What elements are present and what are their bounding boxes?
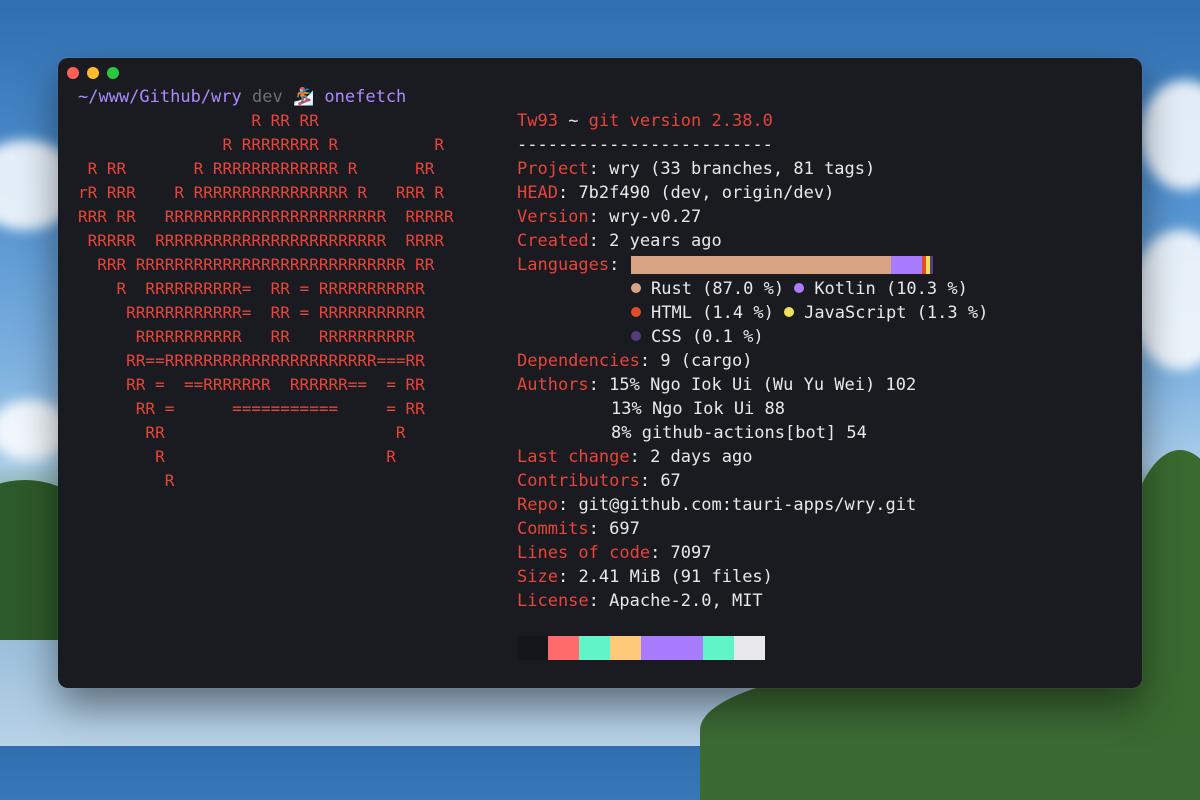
- author-entry: 8% github-actions[bot] 54: [611, 423, 867, 443]
- author-entry: 13% Ngo Iok Ui 88: [611, 399, 785, 419]
- palette-swatch: [517, 636, 548, 660]
- info-header: Tw93 ~ git version 2.38.0: [517, 109, 988, 133]
- contributors-value: 67: [660, 471, 681, 491]
- info-divider: -------------------------: [517, 135, 773, 155]
- header-separator: ~: [557, 111, 589, 131]
- authors-line: 8% github-actions[bot] 54: [517, 421, 988, 445]
- html-dot-icon: [631, 307, 641, 317]
- palette-swatch: [734, 636, 765, 660]
- last-change-value: 2 days ago: [650, 447, 753, 467]
- size-key: Size: [517, 567, 558, 587]
- palette-swatch: [641, 636, 672, 660]
- last-change-key: Last change: [517, 447, 630, 467]
- last-change-line: Last change: 2 days ago: [517, 447, 753, 467]
- authors-key: Authors: [517, 375, 589, 395]
- palette-swatch: [548, 636, 579, 660]
- language-legend-row: HTML (1.4 %) JavaScript (1.3 %): [517, 301, 988, 325]
- repo-value: git@github.com:tauri-apps/wry.git: [578, 495, 917, 515]
- css-dot-icon: [631, 331, 641, 341]
- language-bar-segment-kotlin: [891, 256, 923, 274]
- dependencies-key: Dependencies: [517, 351, 640, 371]
- prompt-branch: dev: [252, 87, 283, 107]
- created-line: Created: 2 years ago: [517, 231, 722, 251]
- background-cloud: [1140, 80, 1200, 190]
- rust-label: Rust (87.0 %): [651, 279, 785, 299]
- ascii-logo: R RR RR R RRRRRRRR R R R RR R RRRRRRRRRR…: [78, 111, 454, 490]
- repo-line: Repo: git@github.com:tauri-apps/wry.git: [517, 495, 917, 515]
- lines-of-code-value: 7097: [670, 543, 712, 563]
- license-line: License: Apache-2.0, MIT: [517, 591, 763, 611]
- head-value: 7b2f490 (dev, origin/dev): [578, 183, 835, 203]
- commits-line: Commits: 697: [517, 519, 640, 539]
- kotlin-label: Kotlin (10.3 %): [814, 279, 968, 299]
- head-key: HEAD: [517, 183, 558, 203]
- language-bar-segment-rust: [631, 256, 892, 274]
- authors-line: Authors: 15% Ngo Iok Ui (Wu Yu Wei) 102: [517, 375, 917, 395]
- language-legend-row: CSS (0.1 %): [517, 325, 988, 349]
- repo-key: Repo: [517, 495, 558, 515]
- lines-of-code-line: Lines of code: 7097: [517, 543, 712, 563]
- terminal-window[interactable]: ~/www/Github/wry dev 🏂 onefetch R RR RR …: [58, 58, 1142, 688]
- dependencies-line: Dependencies: 9 (cargo): [517, 351, 753, 371]
- snowboarder-icon: 🏂: [292, 87, 315, 107]
- project-value: wry (33 branches, 81 tags): [609, 159, 876, 179]
- language-bar: [631, 256, 933, 274]
- palette-swatch: [579, 636, 610, 660]
- prompt-command: onefetch: [324, 87, 407, 107]
- color-palette: [517, 636, 765, 660]
- window-controls: [67, 67, 119, 79]
- rust-dot-icon: [631, 283, 641, 293]
- size-value: 2.41 MiB (91 files): [578, 567, 773, 587]
- zoom-button[interactable]: [107, 67, 119, 79]
- minimize-button[interactable]: [87, 67, 99, 79]
- created-value: 2 years ago: [609, 231, 722, 251]
- user-name: Tw93: [517, 111, 558, 131]
- project-key: Project: [517, 159, 589, 179]
- close-button[interactable]: [67, 67, 79, 79]
- dependencies-value: 9 (cargo): [660, 351, 753, 371]
- prompt-path: ~/www/Github/wry: [78, 87, 242, 107]
- created-key: Created: [517, 231, 589, 251]
- palette-swatch: [610, 636, 641, 660]
- html-label: HTML (1.4 %): [651, 303, 774, 323]
- repo-info: Tw93 ~ git version 2.38.0 --------------…: [517, 109, 988, 613]
- contributors-line: Contributors: 67: [517, 471, 681, 491]
- project-line: Project: wry (33 branches, 81 tags): [517, 159, 876, 179]
- css-label: CSS (0.1 %): [651, 327, 764, 347]
- author-entry: 15% Ngo Iok Ui (Wu Yu Wei) 102: [609, 375, 917, 395]
- size-line: Size: 2.41 MiB (91 files): [517, 567, 773, 587]
- version-line: Version: wry-v0.27: [517, 207, 702, 227]
- version-value: wry-v0.27: [609, 207, 702, 227]
- license-value: Apache-2.0, MIT: [609, 591, 763, 611]
- head-line: HEAD: 7b2f490 (dev, origin/dev): [517, 183, 835, 203]
- language-bar-segment-css: [930, 256, 933, 274]
- commits-key: Commits: [517, 519, 589, 539]
- languages-line: Languages:: [517, 253, 988, 277]
- javascript-dot-icon: [784, 307, 795, 317]
- palette-swatch: [672, 636, 703, 660]
- authors-line: 13% Ngo Iok Ui 88: [517, 397, 988, 421]
- language-legend-row: Rust (87.0 %) Kotlin (10.3 %): [517, 277, 988, 301]
- javascript-label: JavaScript (1.3 %): [804, 303, 989, 323]
- kotlin-dot-icon: [794, 283, 805, 293]
- lines-of-code-key: Lines of code: [517, 543, 651, 563]
- git-version: git version 2.38.0: [588, 111, 773, 131]
- commits-value: 697: [609, 519, 640, 539]
- contributors-key: Contributors: [517, 471, 640, 491]
- shell-prompt: ~/www/Github/wry dev 🏂 onefetch: [78, 85, 406, 109]
- version-key: Version: [517, 207, 589, 227]
- palette-swatch: [703, 636, 734, 660]
- license-key: License: [517, 591, 589, 611]
- languages-key: Languages: [517, 255, 610, 275]
